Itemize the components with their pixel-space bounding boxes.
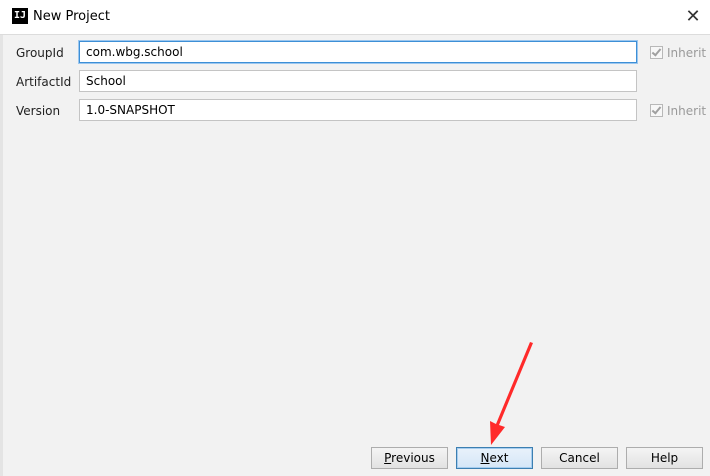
next-mnemonic: N <box>480 451 490 465</box>
previous-label-rest: revious <box>391 451 435 465</box>
next-button[interactable]: Next <box>456 447 533 469</box>
previous-button[interactable]: Previous <box>371 447 448 469</box>
version-label: Version <box>16 104 61 118</box>
title-bar: IJ New Project ✕ <box>0 0 710 35</box>
groupid-row: GroupId com.wbg.school Inherit <box>0 41 710 65</box>
version-input[interactable]: 1.0-SNAPSHOT <box>79 99 637 121</box>
version-inherit-checkbox[interactable]: Inherit <box>650 99 706 123</box>
help-button[interactable]: Help <box>626 447 703 469</box>
groupid-input[interactable]: com.wbg.school <box>79 41 637 63</box>
artifactid-input[interactable]: School <box>79 70 637 92</box>
groupid-inherit-label: Inherit <box>667 46 707 60</box>
window-title: New Project <box>33 9 110 24</box>
checkbox-check-icon <box>650 46 663 59</box>
groupid-label: GroupId <box>16 46 64 60</box>
version-inherit-label: Inherit <box>667 104 707 118</box>
artifactid-label: ArtifactId <box>16 75 72 89</box>
artifactid-row: ArtifactId School <box>0 70 710 94</box>
next-label-rest: ext <box>489 451 509 465</box>
intellij-app-icon: IJ <box>12 8 28 24</box>
checkbox-check-icon <box>650 104 663 117</box>
close-icon[interactable]: ✕ <box>682 6 704 28</box>
groupid-inherit-checkbox[interactable]: Inherit <box>650 41 706 65</box>
red-arrow-icon <box>490 342 533 445</box>
version-row: Version 1.0-SNAPSHOT Inherit <box>0 99 710 123</box>
cancel-button[interactable]: Cancel <box>541 447 618 469</box>
